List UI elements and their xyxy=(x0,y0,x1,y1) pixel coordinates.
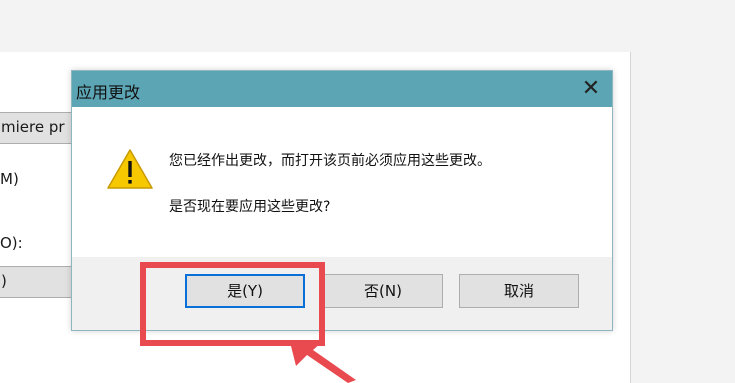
close-icon[interactable]: ✕ xyxy=(576,75,606,103)
cancel-button[interactable]: 取消 xyxy=(459,274,579,308)
background-field-text: ) xyxy=(1,272,7,290)
background-field[interactable]: ) xyxy=(0,266,74,298)
dialog-message-line1: 您已经作出更改，而打开该页前必须应用这些更改。 xyxy=(169,153,491,169)
background-label-o: O): xyxy=(0,234,23,252)
background-dropdown-text: miere pr xyxy=(1,118,65,136)
warning-icon xyxy=(107,149,153,189)
highlight-box xyxy=(140,262,325,346)
background-dropdown[interactable]: miere pr xyxy=(0,112,74,144)
background-label-m: M) xyxy=(0,170,19,188)
no-button[interactable]: 否(N) xyxy=(323,274,443,308)
dialog-message-line2: 是否现在要应用这些更改? xyxy=(169,199,331,215)
dialog-titlebar[interactable]: 应用更改 ✕ xyxy=(72,71,612,107)
annotation-arrow-icon xyxy=(290,342,356,383)
dialog-title: 应用更改 xyxy=(76,83,141,102)
